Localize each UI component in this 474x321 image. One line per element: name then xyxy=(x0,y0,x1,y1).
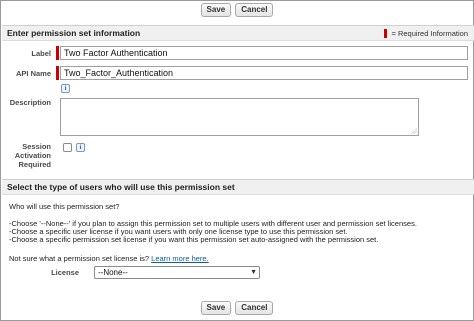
cancel-button[interactable]: Cancel xyxy=(235,301,274,315)
help-line: -Choose a specific permission set licens… xyxy=(9,235,379,244)
required-indicator xyxy=(56,46,59,60)
section-title: Select the type of users who will use th… xyxy=(7,182,235,192)
license-field-label: License xyxy=(51,268,79,277)
save-button[interactable]: Save xyxy=(200,301,232,315)
resize-grip-icon[interactable] xyxy=(411,128,417,134)
required-marker-icon xyxy=(384,29,388,38)
required-legend-text: = Required Information xyxy=(391,29,468,38)
api-name-input[interactable]: Two_Factor_Authentication xyxy=(60,66,468,80)
cancel-button[interactable]: Cancel xyxy=(235,3,274,17)
label-input[interactable]: Two Factor Authentication xyxy=(60,46,468,60)
permission-set-form: Save Cancel Enter permission set informa… xyxy=(0,0,474,321)
session-activation-checkbox[interactable] xyxy=(63,143,72,152)
info-icon[interactable]: i xyxy=(76,143,85,152)
section-title: Enter permission set information xyxy=(7,28,141,38)
description-textarea[interactable] xyxy=(60,98,419,136)
license-selected-value: --None-- xyxy=(98,268,128,277)
chevron-down-icon: ▼ xyxy=(250,269,257,276)
description-field-label: Description xyxy=(9,98,51,107)
top-button-bar: Save Cancel xyxy=(1,3,473,23)
required-indicator xyxy=(56,66,59,80)
not-sure-text: Not sure what a permission set license i… xyxy=(9,254,209,263)
session-activation-label: Session Activation Required xyxy=(14,142,51,169)
learn-more-link[interactable]: Learn more here. xyxy=(151,254,209,263)
label-field-label: Label xyxy=(31,49,51,58)
section-header-users: Select the type of users who will use th… xyxy=(2,179,474,195)
bottom-button-bar: Save Cancel xyxy=(1,301,473,321)
api-name-field-label: API Name xyxy=(15,69,51,78)
required-legend: = Required Information xyxy=(384,26,468,41)
who-question: Who will use this permission set? xyxy=(9,202,120,211)
info-icon[interactable]: i xyxy=(61,84,70,93)
license-select[interactable]: --None-- ▼ xyxy=(94,266,260,279)
save-button[interactable]: Save xyxy=(200,3,232,17)
section-header-info: Enter permission set information = Requi… xyxy=(2,25,474,41)
